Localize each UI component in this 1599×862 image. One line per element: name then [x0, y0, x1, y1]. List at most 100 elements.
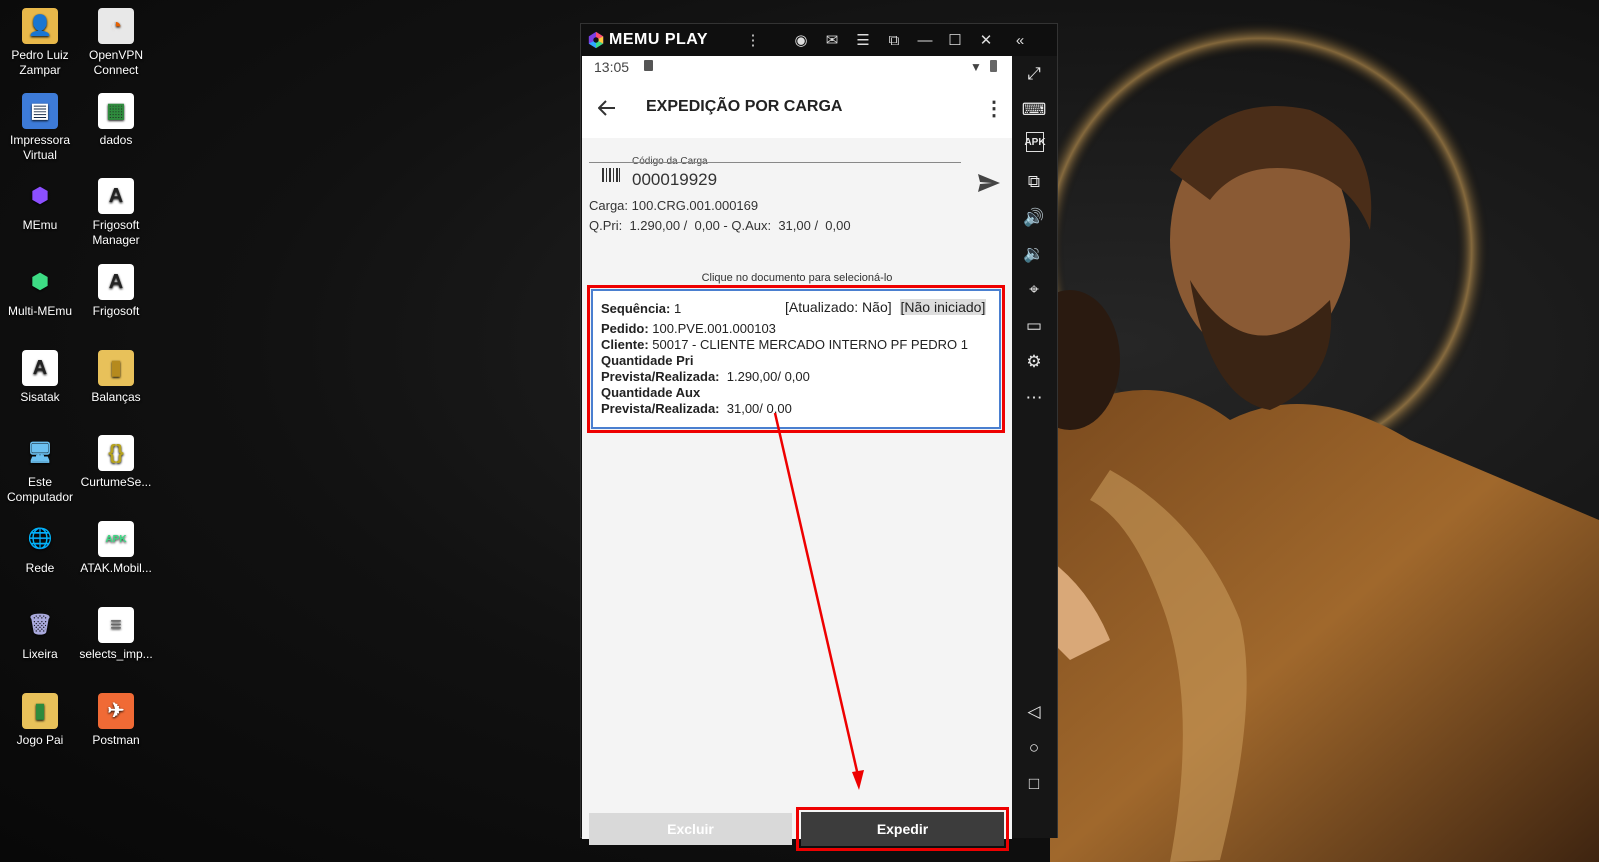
page-title: EXPEDIÇÃO POR CARGA: [646, 98, 843, 115]
collapse-sidebar-icon[interactable]: «: [1008, 28, 1032, 52]
wallpaper-painting: [1050, 20, 1599, 862]
desktop-icon-label: Rede: [25, 561, 55, 575]
keyboard-icon[interactable]: ⌨: [1020, 96, 1048, 124]
frigosoft-icon: A: [98, 264, 134, 300]
desktop-icon-3[interactable]: ▦ dados: [76, 93, 156, 148]
updated-status: [Atualizado: Não]: [785, 299, 892, 315]
multi-window-icon[interactable]: ⧉: [1020, 168, 1048, 196]
computer-icon: 🖥: [27, 441, 53, 464]
desktop-icon-7[interactable]: A Frigosoft: [76, 264, 156, 319]
desktop-icon-4[interactable]: ⬢ MEmu: [0, 178, 80, 233]
fullscreen-icon[interactable]: ⤢: [1020, 60, 1048, 88]
mail-icon[interactable]: ✉: [820, 28, 844, 52]
qaux-label: Quantidade Aux: [601, 385, 701, 400]
openvpn-icon: ◔: [98, 8, 134, 44]
desktop-icon-14[interactable]: 🗑 Lixeira: [0, 607, 80, 662]
pedido-label: Pedido:: [601, 321, 649, 336]
settings-gear-icon[interactable]: ⚙: [1020, 348, 1048, 376]
memu-brand: MEMU PLAY: [609, 31, 709, 48]
overflow-menu-icon[interactable]: ⋮: [984, 96, 1004, 121]
apk-install-icon[interactable]: APK: [1024, 132, 1046, 152]
location-icon[interactable]: ⌖: [1020, 276, 1048, 304]
status-bar: 13:05 ▼: [582, 56, 1012, 80]
seq-value: 1: [673, 301, 682, 316]
desktop-icon-8[interactable]: A Sisatak: [0, 350, 80, 405]
desktop-icon-label: OpenVPN Connect: [88, 48, 144, 77]
screen-mode-icon[interactable]: ⧉: [882, 28, 906, 52]
desktop-icon-1[interactable]: ◔ OpenVPN Connect: [76, 8, 156, 78]
qaux-prev-label: Prevista/Realizada:: [601, 401, 720, 416]
android-back-icon[interactable]: ◁: [1020, 698, 1048, 726]
seq-label: Sequência:: [601, 301, 671, 316]
more-icon[interactable]: ⋯: [1020, 384, 1048, 412]
wifi-icon: ▼: [970, 60, 982, 74]
android-home-icon[interactable]: ○: [1020, 734, 1048, 762]
expedir-button[interactable]: Expedir: [801, 812, 1004, 846]
minimize-icon[interactable]: —: [913, 28, 937, 52]
spreadsheet-icon: ▦: [98, 93, 134, 129]
desktop-icon-label: ATAK.Mobil...: [80, 561, 152, 575]
network-icon: 🌐: [27, 527, 53, 550]
apk-file-icon: APK: [98, 521, 134, 557]
memu-window: MEMU PLAY ⋮ ◉ ✉ ☰ ⧉ — ☐ ✕ « 13:05 ▼ EXPE…: [580, 23, 1058, 851]
account-icon[interactable]: ◉: [789, 28, 813, 52]
status-time: 13:05: [594, 59, 630, 75]
memu-logo-icon: [588, 31, 604, 49]
code-field-underline: [589, 162, 961, 163]
excluir-button[interactable]: Excluir: [589, 813, 792, 845]
desktop-icon-2[interactable]: ▤ Impressora Virtual: [0, 93, 80, 163]
desktop-icon-11[interactable]: {} CurtumeSe...: [76, 435, 156, 490]
code-field-input[interactable]: 000019929: [632, 170, 717, 190]
desktop-icon-label: Multi-MEmu: [7, 304, 72, 318]
app-bar: EXPEDIÇÃO POR CARGA ⋮: [582, 80, 1012, 138]
desktop-icon-label: Pedro Luiz Zampar: [11, 48, 69, 77]
notification-icon: [644, 60, 653, 71]
frigosoft-manager-icon: A: [98, 178, 134, 214]
barcode-icon[interactable]: [602, 168, 620, 182]
desktop-icon-12[interactable]: 🌐 Rede: [0, 521, 80, 576]
user-folder-icon: 👤: [22, 8, 58, 44]
quantity-info: Q.Pri: 1.290,00 / 0,00 - Q.Aux: 31,00 / …: [589, 218, 851, 233]
desktop-icon-10[interactable]: 🖥 Este Computador: [0, 435, 80, 505]
desktop-icon-15[interactable]: ≡ selects_imp...: [76, 607, 156, 662]
volume-up-icon[interactable]: 🔊: [1020, 204, 1048, 232]
memu-logo: MEMU PLAY: [587, 31, 708, 49]
android-screen: 13:05 ▼ EXPEDIÇÃO POR CARGA ⋮ Código da …: [582, 56, 1012, 851]
desktop-icon-6[interactable]: ⬢ Multi-MEmu: [0, 264, 80, 319]
back-arrow-icon[interactable]: [598, 100, 616, 116]
qpri-prev-label: Prevista/Realizada:: [601, 369, 720, 384]
desktop-icon-0[interactable]: 👤 Pedro Luiz Zampar: [0, 8, 80, 78]
desktop-icon-13[interactable]: APK ATAK.Mobil...: [76, 521, 156, 576]
selection-hint: Clique no documento para selecioná-lo: [701, 272, 893, 284]
multi-memu-icon: ⬢: [31, 270, 49, 293]
desktop-icon-label: Impressora Virtual: [9, 133, 71, 162]
send-icon[interactable]: [978, 174, 1000, 192]
folder-icon[interactable]: ▭: [1020, 312, 1048, 340]
document-card[interactable]: Sequência: 1 [Atualizado: Não] [Não inic…: [591, 289, 1001, 429]
desktop-icon-label: Frigosoft: [92, 304, 140, 318]
qpri-label: Quantidade Pri: [601, 353, 694, 368]
maximize-icon[interactable]: ☐: [943, 28, 967, 52]
code-field-area: Código da Carga 000019929: [582, 138, 1012, 202]
desktop-icon-label: selects_imp...: [79, 647, 153, 661]
desktop-icon-label: MEmu: [22, 218, 58, 232]
cliente-value: 50017 - CLIENTE MERCADO INTERNO PF PEDRO…: [652, 337, 968, 352]
battery-icon: [990, 60, 997, 72]
sisatak-icon: A: [22, 350, 58, 386]
progress-status-badge: [Não iniciado]: [899, 299, 987, 315]
folder-icon: ▮: [22, 693, 58, 729]
desktop-icon-label: Este Computador: [6, 475, 74, 504]
desktop-icon-5[interactable]: A Frigosoft Manager: [76, 178, 156, 248]
close-icon[interactable]: ✕: [974, 28, 998, 52]
kebab-menu-icon[interactable]: ⋮: [741, 28, 765, 52]
text-file-icon: ≡: [98, 607, 134, 643]
desktop-icon-9[interactable]: ▮ Balanças: [76, 350, 156, 405]
folder-icon: ▮: [98, 350, 134, 386]
desktop-icon-17[interactable]: ✈ Postman: [76, 693, 156, 748]
desktop-icon-label: Frigosoft Manager: [92, 218, 140, 247]
desktop-icon-label: CurtumeSe...: [80, 475, 152, 489]
volume-down-icon[interactable]: 🔉: [1020, 240, 1048, 268]
menu-icon[interactable]: ☰: [851, 28, 875, 52]
android-recents-icon[interactable]: □: [1020, 770, 1048, 798]
desktop-icon-16[interactable]: ▮ Jogo Pai: [0, 693, 80, 748]
